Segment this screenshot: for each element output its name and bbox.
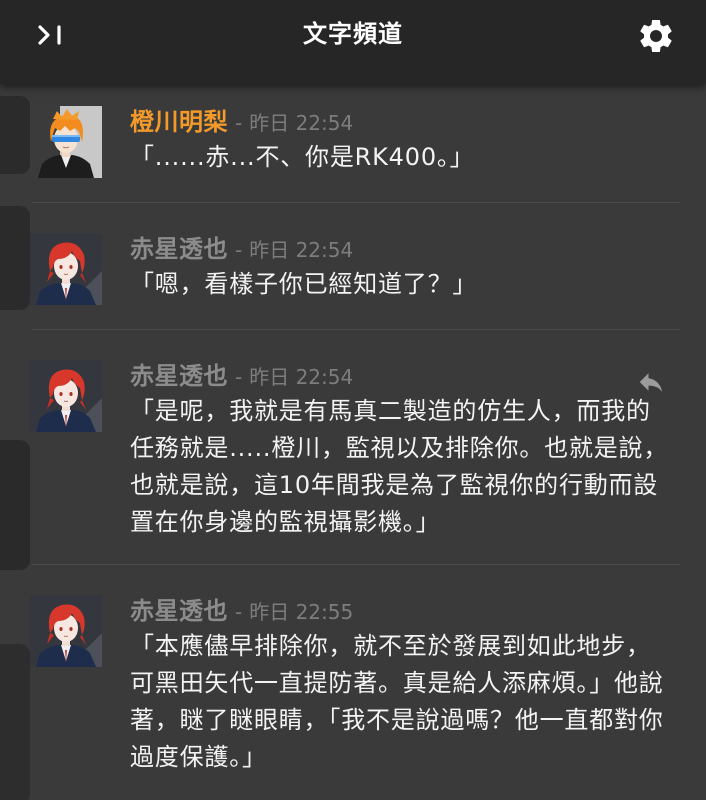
red-hair-character-avatar [30,595,102,667]
message-header: 赤星透也 - 昨日 22:54 [130,361,353,391]
message[interactable]: 赤星透也 - 昨日 22:54 「是呢，我就是有馬真二製造的仿生人，而我的 任務就是… [0,330,706,565]
meta-separator: - [235,600,243,624]
timestamp: 昨日 22:54 [249,238,354,262]
chat-screen: 文字頻道 橙川明梨 - 昨日 22:54 「......赤...不、你是RK40… [0,0,706,800]
meta-separator: - [235,238,243,262]
message-text: 「是呢，我就是有馬真二製造的仿生人，而我的 任務就是.....橙川，監視以及排除… [130,393,668,541]
message-line: 「本應儘早排除你，就不至於發展到如此地步， [130,632,651,660]
reply-icon [639,373,663,392]
red-hair-character-avatar [30,360,102,432]
settings-button[interactable] [636,16,676,56]
message-header: 赤星透也 - 昨日 22:55 [130,596,353,626]
avatar-red-hair[interactable] [30,595,102,667]
message-line: 「是呢，我就是有馬真二製造的仿生人，而我的 [130,397,651,425]
meta-separator: - [235,365,243,389]
meta-separator: - [235,111,243,135]
message[interactable]: 赤星透也 - 昨日 22:54 「嗯，看樣子你已經知道了？」 [0,203,706,330]
orange-hair-character-avatar [30,106,102,178]
message-header: 赤星透也 - 昨日 22:54 [130,234,353,264]
timestamp: 昨日 22:54 [249,111,354,135]
top-bar: 文字頻道 [0,0,706,84]
avatar-red-hair[interactable] [30,233,102,305]
timestamp: 昨日 22:55 [249,600,354,624]
message-line: 也就是說，這10年間我是為了監視你的行動而設 [130,471,659,499]
red-hair-character-avatar [30,233,102,305]
message-header: 橙川明梨 - 昨日 22:54 [130,107,353,137]
author-name[interactable]: 赤星透也 [130,597,228,625]
message-line: 「......赤...不、你是RK400。」 [130,143,475,171]
message-line: 任務就是.....橙川，監視以及排除你。也就是說， [130,434,669,462]
message-line: 置在你身邊的監視攝影機。」 [130,508,441,536]
message[interactable]: 橙川明梨 - 昨日 22:54 「......赤...不、你是RK400。」 [0,76,706,203]
author-name[interactable]: 赤星透也 [130,362,228,390]
message-line: 著，瞇了瞇眼睛，「我不是說過嗎？他一直都對你 [130,706,664,734]
author-name[interactable]: 橙川明梨 [130,108,228,136]
reply-button[interactable] [636,368,666,396]
message-text: 「嗯，看樣子你已經知道了？」 [130,266,477,303]
message[interactable]: 赤星透也 - 昨日 22:55 「本應儘早排除你，就不至於發展到如此地步， 可黑田矢… [0,565,706,800]
message-line: 過度保護。」 [130,743,267,771]
message-line: 「嗯，看樣子你已經知道了？」 [130,270,478,298]
channel-title: 文字頻道 [303,20,403,48]
author-name[interactable]: 赤星透也 [130,235,228,263]
message-list[interactable]: 橙川明梨 - 昨日 22:54 「......赤...不、你是RK400。」 赤… [0,0,706,800]
avatar-orange-hair[interactable] [30,106,102,178]
timestamp: 昨日 22:54 [249,365,354,389]
message-text: 「本應儘早排除你，就不至於發展到如此地步， 可黑田矢代一直提防著。真是給人添麻煩… [130,628,664,776]
message-line: 可黑田矢代一直提防著。真是給人添麻煩。」他說 [130,669,664,697]
message-text: 「......赤...不、你是RK400。」 [130,139,474,176]
gear-icon [640,20,672,52]
avatar-red-hair[interactable] [30,360,102,432]
